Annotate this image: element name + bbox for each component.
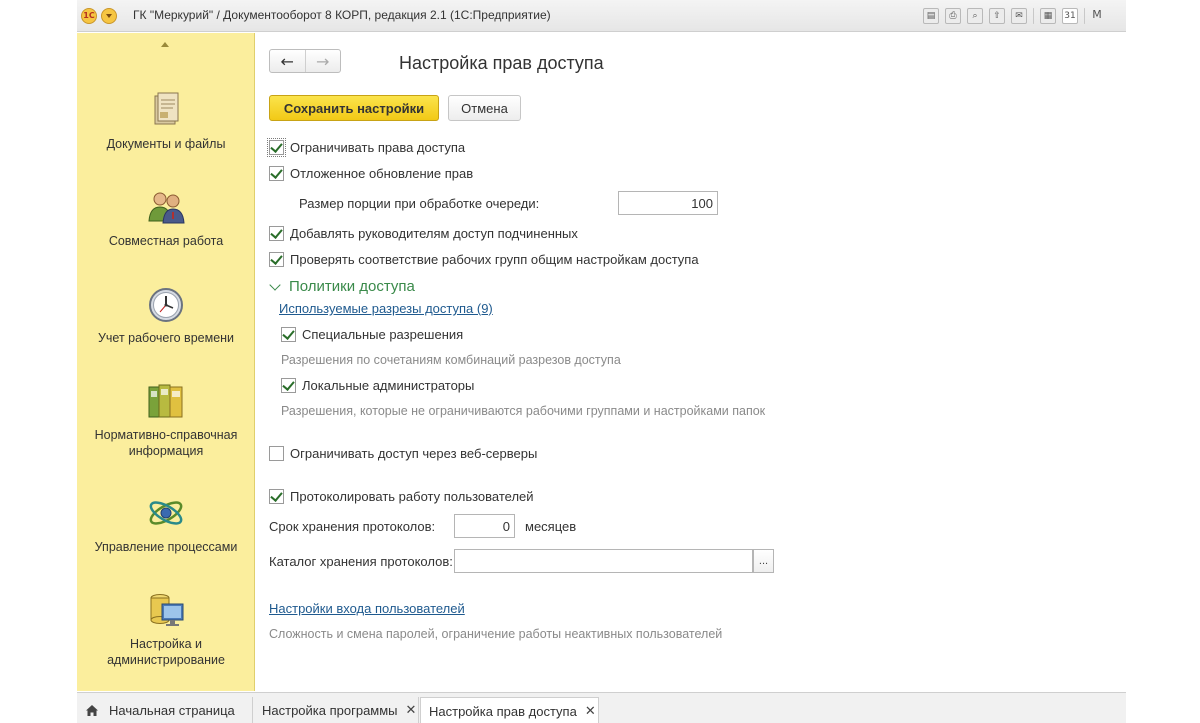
check-workgroups-label: Проверять соответствие рабочих групп общ… bbox=[290, 252, 699, 267]
web-servers-label: Ограничивать доступ через веб-серверы bbox=[290, 446, 538, 461]
login-settings-hint: Сложность и смена паролей, ограничение р… bbox=[269, 627, 723, 641]
deferred-update-row[interactable]: Отложенное обновление прав bbox=[269, 166, 473, 181]
local-admins-checkbox[interactable] bbox=[281, 378, 296, 393]
deferred-update-checkbox[interactable] bbox=[269, 166, 284, 181]
retention-unit: месяцев bbox=[525, 519, 577, 534]
local-admins-row[interactable]: Локальные администраторы bbox=[281, 378, 474, 393]
section-collaboration[interactable]: Совместная работа bbox=[77, 187, 255, 249]
access-policies-group[interactable]: Политики доступа bbox=[269, 278, 415, 295]
title-bar: 1С ГК "Меркурий" / Документооборот 8 КОР… bbox=[77, 0, 1126, 32]
retention-input[interactable]: 0 bbox=[454, 514, 515, 538]
local-admins-label: Локальные администраторы bbox=[302, 378, 475, 393]
app-logo: 1С bbox=[81, 8, 97, 24]
clock-icon bbox=[149, 288, 183, 322]
section-label: Совместная работа bbox=[108, 234, 224, 248]
calendar-icon[interactable]: 31 bbox=[1062, 8, 1078, 24]
title-toolbar: ▤ ⎙ ⌕ ⇧ ✉ ▦ 31 M bbox=[923, 7, 1103, 25]
home-icon bbox=[86, 705, 98, 716]
restrict-access-checkbox[interactable] bbox=[267, 138, 286, 157]
documents-icon bbox=[154, 92, 179, 125]
batch-size-label-row: Размер порции при обработке очереди: bbox=[299, 196, 539, 211]
check-workgroups-checkbox[interactable] bbox=[269, 252, 284, 267]
scroll-up-icon[interactable] bbox=[161, 42, 169, 47]
access-policies-title: Политики доступа bbox=[289, 278, 415, 295]
tab-access-settings[interactable]: Настройка прав доступа ✕ bbox=[420, 697, 599, 723]
page-title: Настройка прав доступа bbox=[399, 53, 604, 73]
retention-unit-row: месяцев bbox=[525, 519, 576, 534]
section-label: Управление процессами bbox=[94, 540, 238, 554]
mail-icon[interactable]: ✉ bbox=[1011, 8, 1027, 24]
check-workgroups-row[interactable]: Проверять соответствие рабочих групп общ… bbox=[269, 252, 699, 267]
section-time-tracking[interactable]: Учет рабочего времени bbox=[77, 284, 255, 346]
chevron-down-icon[interactable] bbox=[269, 278, 281, 291]
web-servers-row[interactable]: Ограничивать доступ через веб-серверы bbox=[269, 446, 537, 461]
print-icon[interactable]: ⎙ bbox=[945, 8, 961, 24]
log-users-row[interactable]: Протоколировать работу пользователей bbox=[269, 489, 534, 504]
tab-home[interactable]: Начальная страница bbox=[77, 697, 253, 723]
catalog-input[interactable] bbox=[454, 549, 753, 573]
restrict-access-label: Ограничивать права доступа bbox=[290, 140, 466, 155]
managers-access-label: Добавлять руководителям доступ подчиненн… bbox=[290, 226, 578, 241]
cancel-button[interactable]: Отмена bbox=[448, 95, 521, 121]
tab-label: Настройка прав доступа bbox=[429, 703, 577, 719]
catalog-browse-button[interactable]: ... bbox=[753, 549, 774, 573]
open-windows-bar: Начальная страница Настройка программы ✕… bbox=[77, 692, 1126, 723]
restrict-access-row[interactable]: Ограничивать права доступа bbox=[267, 138, 466, 157]
forward-button[interactable]: → bbox=[306, 50, 341, 72]
history-nav: ← → bbox=[269, 49, 341, 73]
section-label: Документы и файлы bbox=[106, 137, 226, 151]
toolbar-divider bbox=[1084, 8, 1085, 24]
close-icon[interactable]: ✕ bbox=[585, 704, 596, 719]
special-permissions-hint: Разрешения по сочетаниям комбинаций разр… bbox=[281, 353, 621, 367]
section-process-management[interactable]: Управление процессами bbox=[77, 493, 255, 555]
preview-icon[interactable]: ⌕ bbox=[967, 8, 983, 24]
section-label: Учет рабочего времени bbox=[97, 331, 235, 345]
toolbar-divider bbox=[1033, 8, 1034, 24]
binders-icon bbox=[148, 384, 183, 418]
local-admins-hint: Разрешения, которые не ограничиваются ра… bbox=[281, 404, 766, 418]
section-administration[interactable]: Настройка и администрирование bbox=[77, 590, 255, 668]
retention-label-row: Срок хранения протоколов: bbox=[269, 519, 435, 534]
managers-access-checkbox[interactable] bbox=[269, 226, 284, 241]
export-icon[interactable]: ⇧ bbox=[989, 8, 1005, 24]
admin-icon bbox=[150, 594, 184, 626]
close-icon[interactable]: ✕ bbox=[406, 703, 417, 718]
window-title: ГК "Меркурий" / Документооборот 8 КОРП, … bbox=[133, 8, 551, 22]
access-dimensions-link[interactable]: Используемые разрезы доступа (9) bbox=[279, 301, 493, 316]
retention-label: Срок хранения протоколов: bbox=[269, 519, 436, 534]
section-documents[interactable]: Документы и файлы bbox=[77, 90, 255, 152]
section-reference-info[interactable]: Нормативно-справочная информация bbox=[77, 381, 255, 459]
managers-access-row[interactable]: Добавлять руководителям доступ подчиненн… bbox=[269, 226, 578, 241]
special-permissions-label: Специальные разрешения bbox=[302, 327, 464, 342]
sections-panel: Документы и файлы Совместная работа Учет… bbox=[77, 33, 255, 691]
log-users-label: Протоколировать работу пользователей bbox=[290, 489, 534, 504]
tab-program-settings[interactable]: Настройка программы ✕ bbox=[254, 697, 419, 723]
save-icon[interactable]: ▤ bbox=[923, 8, 939, 24]
process-icon bbox=[149, 501, 183, 525]
web-servers-checkbox[interactable] bbox=[269, 446, 284, 461]
collaboration-icon bbox=[148, 192, 185, 224]
main-menu-button[interactable] bbox=[101, 8, 117, 24]
tab-label: Настройка программы bbox=[262, 703, 398, 718]
deferred-update-label: Отложенное обновление прав bbox=[290, 166, 474, 181]
special-permissions-row[interactable]: Специальные разрешения bbox=[281, 327, 463, 342]
log-users-checkbox[interactable] bbox=[269, 489, 284, 504]
batch-size-label: Размер порции при обработке очереди: bbox=[299, 196, 540, 211]
special-permissions-checkbox[interactable] bbox=[281, 327, 296, 342]
catalog-label-row: Каталог хранения протоколов: bbox=[269, 554, 453, 569]
batch-size-input[interactable]: 100 bbox=[618, 191, 718, 215]
section-label: Настройка и администрирование bbox=[107, 637, 225, 667]
memory-icon[interactable]: M bbox=[1091, 8, 1103, 24]
login-settings-link[interactable]: Настройки входа пользователей bbox=[269, 601, 465, 616]
app-window: 1С ГК "Меркурий" / Документооборот 8 КОР… bbox=[77, 0, 1126, 723]
back-button[interactable]: ← bbox=[270, 50, 306, 72]
form-area: ← → Настройка прав доступа Сохранить нас… bbox=[257, 33, 1126, 691]
calculator-icon[interactable]: ▦ bbox=[1040, 8, 1056, 24]
section-label: Нормативно-справочная информация bbox=[94, 428, 238, 458]
catalog-label: Каталог хранения протоколов: bbox=[269, 554, 453, 569]
tab-label: Начальная страница bbox=[109, 703, 235, 718]
save-settings-button[interactable]: Сохранить настройки bbox=[269, 95, 439, 121]
